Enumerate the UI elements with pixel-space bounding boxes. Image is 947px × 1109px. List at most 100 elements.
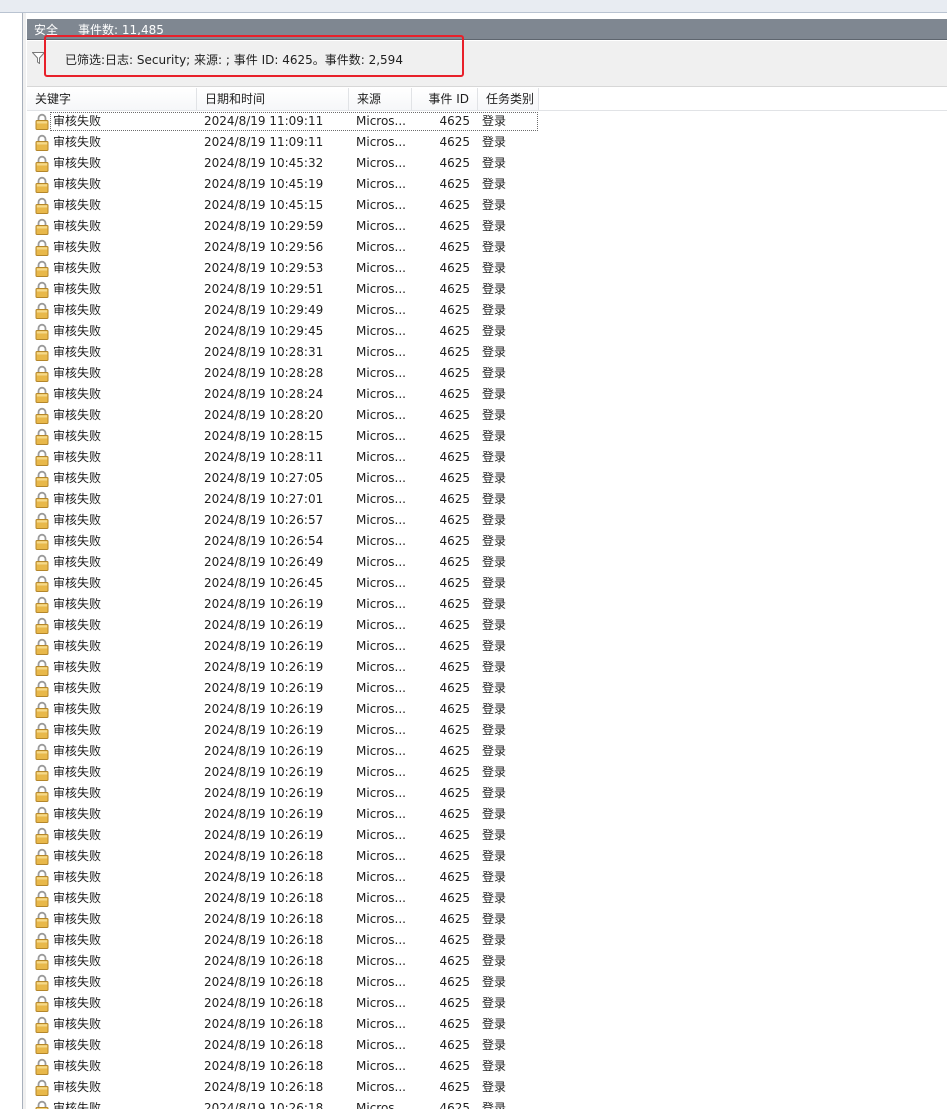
cell-source: Micros... [356,1017,406,1031]
lock-icon [35,995,49,1012]
table-row[interactable]: 审核失败 2024/8/19 10:26:19 Micros... 4625 登录 [27,594,947,615]
table-row[interactable]: 审核失败 2024/8/19 10:26:18 Micros... 4625 登录 [27,1098,947,1109]
table-row[interactable]: 审核失败 2024/8/19 10:26:45 Micros... 4625 登录 [27,573,947,594]
cell-source: Micros... [356,114,406,128]
table-row[interactable]: 审核失败 2024/8/19 10:28:24 Micros... 4625 登录 [27,384,947,405]
table-row[interactable]: 审核失败 2024/8/19 11:09:11 Micros... 4625 登录 [27,132,947,153]
cell-source: Micros... [356,639,406,653]
column-header-keyword[interactable]: 关键字 [27,88,197,110]
table-row[interactable]: 审核失败 2024/8/19 10:29:59 Micros... 4625 登录 [27,216,947,237]
cell-keyword: 审核失败 [53,849,102,863]
cell-source: Micros... [356,807,406,821]
cell-event-id: 4625 [439,387,470,401]
cell-datetime: 2024/8/19 10:26:19 [204,807,324,821]
table-row[interactable]: 审核失败 2024/8/19 10:29:53 Micros... 4625 登录 [27,258,947,279]
lock-icon [35,134,49,151]
table-row[interactable]: 审核失败 2024/8/19 10:26:18 Micros... 4625 登录 [27,930,947,951]
cell-event-id: 4625 [439,261,470,275]
cell-datetime: 2024/8/19 10:29:53 [204,261,324,275]
cell-source: Micros... [356,135,406,149]
table-row[interactable]: 审核失败 2024/8/19 10:28:11 Micros... 4625 登录 [27,447,947,468]
table-row[interactable]: 审核失败 2024/8/19 10:26:19 Micros... 4625 登录 [27,804,947,825]
table-row[interactable]: 审核失败 2024/8/19 10:28:15 Micros... 4625 登录 [27,426,947,447]
cell-category: 登录 [482,828,507,842]
table-row[interactable]: 审核失败 2024/8/19 10:27:01 Micros... 4625 登录 [27,489,947,510]
table-row[interactable]: 审核失败 2024/8/19 10:26:18 Micros... 4625 登录 [27,1035,947,1056]
cell-event-id: 4625 [439,114,470,128]
cell-source: Micros... [356,534,406,548]
lock-icon [35,386,49,403]
table-row[interactable]: 审核失败 2024/8/19 10:26:18 Micros... 4625 登录 [27,993,947,1014]
console-tree-pane[interactable] [0,13,23,1109]
table-row[interactable]: 审核失败 2024/8/19 10:26:57 Micros... 4625 登录 [27,510,947,531]
table-row[interactable]: 审核失败 2024/8/19 10:26:18 Micros... 4625 登录 [27,888,947,909]
cell-keyword: 审核失败 [53,282,102,296]
cell-category: 登录 [482,912,507,926]
table-row[interactable]: 审核失败 2024/8/19 10:26:18 Micros... 4625 登录 [27,1056,947,1077]
lock-icon [35,722,49,739]
cell-datetime: 2024/8/19 10:26:19 [204,786,324,800]
cell-category: 登录 [482,891,507,905]
lock-icon [35,260,49,277]
column-header-category[interactable]: 任务类别 [478,88,539,110]
table-row[interactable]: 审核失败 2024/8/19 10:26:19 Micros... 4625 登录 [27,636,947,657]
table-row[interactable]: 审核失败 2024/8/19 10:45:32 Micros... 4625 登录 [27,153,947,174]
table-row[interactable]: 审核失败 2024/8/19 10:26:19 Micros... 4625 登录 [27,825,947,846]
table-row[interactable]: 审核失败 2024/8/19 10:26:18 Micros... 4625 登录 [27,951,947,972]
cell-keyword: 审核失败 [53,597,102,611]
cell-source: Micros... [356,471,406,485]
table-row[interactable]: 审核失败 2024/8/19 10:26:18 Micros... 4625 登录 [27,846,947,867]
column-header-event-id[interactable]: 事件 ID [412,88,478,110]
table-row[interactable]: 审核失败 2024/8/19 10:26:19 Micros... 4625 登录 [27,762,947,783]
table-row[interactable]: 审核失败 2024/8/19 10:26:19 Micros... 4625 登录 [27,720,947,741]
table-row[interactable]: 审核失败 2024/8/19 10:26:19 Micros... 4625 登录 [27,678,947,699]
annotation-highlight-box [44,35,464,77]
cell-keyword: 审核失败 [53,408,102,422]
table-row[interactable]: 审核失败 2024/8/19 10:45:15 Micros... 4625 登录 [27,195,947,216]
cell-category: 登录 [482,345,507,359]
cell-datetime: 2024/8/19 10:45:15 [204,198,324,212]
table-row[interactable]: 审核失败 2024/8/19 10:28:28 Micros... 4625 登录 [27,363,947,384]
cell-category: 登录 [482,576,507,590]
column-header-source[interactable]: 来源 [349,88,412,110]
table-row[interactable]: 审核失败 2024/8/19 10:29:49 Micros... 4625 登录 [27,300,947,321]
table-row[interactable]: 审核失败 2024/8/19 10:27:05 Micros... 4625 登录 [27,468,947,489]
table-row[interactable]: 审核失败 2024/8/19 11:09:11 Micros... 4625 登录 [27,111,947,132]
cell-event-id: 4625 [439,870,470,884]
table-row[interactable]: 审核失败 2024/8/19 10:29:45 Micros... 4625 登录 [27,321,947,342]
cell-datetime: 2024/8/19 10:28:15 [204,429,324,443]
cell-keyword: 审核失败 [53,786,102,800]
table-row[interactable]: 审核失败 2024/8/19 10:26:18 Micros... 4625 登录 [27,867,947,888]
table-row[interactable]: 审核失败 2024/8/19 10:28:31 Micros... 4625 登录 [27,342,947,363]
table-row[interactable]: 审核失败 2024/8/19 10:45:19 Micros... 4625 登录 [27,174,947,195]
cell-source: Micros... [356,555,406,569]
table-row[interactable]: 审核失败 2024/8/19 10:28:20 Micros... 4625 登录 [27,405,947,426]
cell-source: Micros... [356,429,406,443]
table-row[interactable]: 审核失败 2024/8/19 10:29:56 Micros... 4625 登录 [27,237,947,258]
column-header-datetime[interactable]: 日期和时间 [197,88,349,110]
cell-category: 登录 [482,1059,507,1073]
table-row[interactable]: 审核失败 2024/8/19 10:26:54 Micros... 4625 登录 [27,531,947,552]
table-row[interactable]: 审核失败 2024/8/19 10:26:18 Micros... 4625 登录 [27,1014,947,1035]
cell-datetime: 2024/8/19 10:26:19 [204,744,324,758]
cell-keyword: 审核失败 [53,891,102,905]
cell-source: Micros... [356,198,406,212]
table-row[interactable]: 审核失败 2024/8/19 10:26:18 Micros... 4625 登录 [27,909,947,930]
table-row[interactable]: 审核失败 2024/8/19 10:26:19 Micros... 4625 登录 [27,657,947,678]
table-row[interactable]: 审核失败 2024/8/19 10:26:19 Micros... 4625 登录 [27,741,947,762]
table-row[interactable]: 审核失败 2024/8/19 10:26:19 Micros... 4625 登录 [27,783,947,804]
table-row[interactable]: 审核失败 2024/8/19 10:26:18 Micros... 4625 登录 [27,1077,947,1098]
table-row[interactable]: 审核失败 2024/8/19 10:26:18 Micros... 4625 登录 [27,972,947,993]
table-row[interactable]: 审核失败 2024/8/19 10:26:49 Micros... 4625 登录 [27,552,947,573]
table-row[interactable]: 审核失败 2024/8/19 10:26:19 Micros... 4625 登录 [27,699,947,720]
cell-keyword: 审核失败 [53,303,102,317]
cell-keyword: 审核失败 [53,639,102,653]
lock-icon [35,449,49,466]
lock-icon [35,932,49,949]
table-row[interactable]: 审核失败 2024/8/19 10:26:19 Micros... 4625 登录 [27,615,947,636]
pane-splitter[interactable] [23,13,26,1109]
cell-category: 登录 [482,954,507,968]
lock-icon [35,743,49,760]
table-row[interactable]: 审核失败 2024/8/19 10:29:51 Micros... 4625 登录 [27,279,947,300]
cell-source: Micros... [356,660,406,674]
